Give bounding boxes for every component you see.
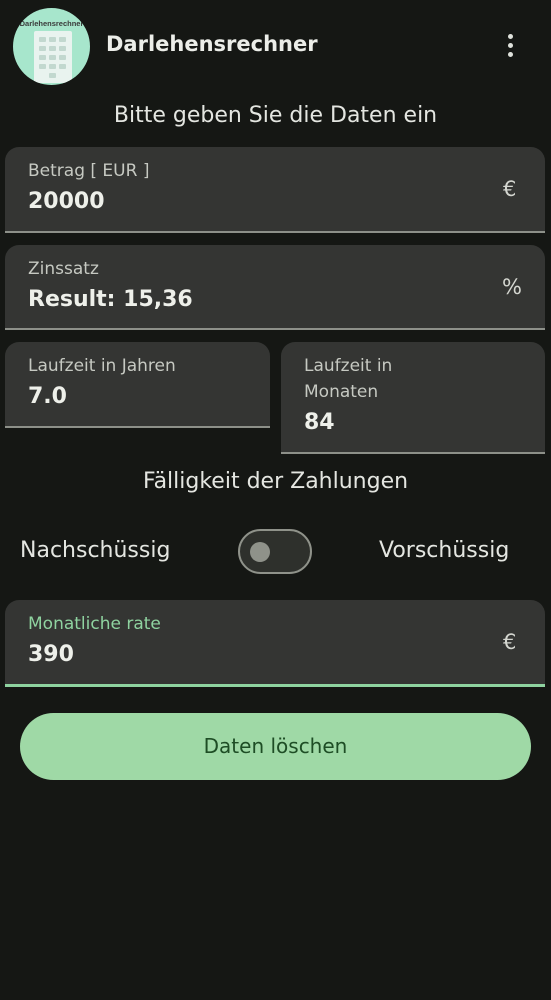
monthly-rate-label: Monatliche rate	[28, 614, 161, 634]
more-vert-icon[interactable]	[500, 32, 522, 60]
app-title: Darlehensrechner	[106, 32, 318, 56]
amount-label: Betrag [ EUR ]	[28, 161, 150, 181]
nachschuessig-label: Nachschüssig	[20, 538, 171, 563]
months-label-line2: Monaten	[304, 382, 379, 402]
payment-timing-switch[interactable]	[238, 529, 312, 574]
interest-label: Zinssatz	[28, 259, 99, 279]
form-subtitle: Bitte geben Sie die Daten ein	[113, 103, 438, 128]
calculator-icon	[34, 31, 72, 83]
switch-thumb	[250, 542, 270, 562]
years-label: Laufzeit in Jahren	[28, 356, 176, 376]
months-label-line1: Laufzeit in	[304, 356, 393, 376]
logo-text: Darlehensrechner	[19, 19, 84, 28]
monthly-rate-value: 390	[28, 642, 74, 667]
payment-timing-title: Fälligkeit der Zahlungen	[142, 469, 409, 494]
percent-suffix: %	[502, 275, 522, 299]
months-value: 84	[304, 410, 335, 435]
months-field[interactable]: Laufzeit in Monaten 84	[281, 342, 545, 454]
clear-data-button[interactable]: Daten löschen	[20, 713, 531, 780]
euro-suffix-result: €	[503, 630, 517, 654]
interest-field[interactable]: Zinssatz Result: 15,36 %	[5, 245, 545, 330]
amount-field[interactable]: Betrag [ EUR ] 20000 €	[5, 147, 545, 233]
years-field[interactable]: Laufzeit in Jahren 7.0	[5, 342, 270, 428]
interest-value: Result: 15,36	[28, 287, 193, 312]
amount-value: 20000	[28, 189, 105, 214]
euro-suffix: €	[503, 177, 517, 201]
vorschuessig-label: Vorschüssig	[379, 538, 510, 563]
years-value: 7.0	[28, 384, 67, 409]
monthly-rate-field[interactable]: Monatliche rate 390 €	[5, 600, 545, 687]
app-logo: Darlehensrechner	[13, 8, 90, 85]
app-bar: Darlehensrechner Darlehensrechner	[0, 0, 551, 92]
